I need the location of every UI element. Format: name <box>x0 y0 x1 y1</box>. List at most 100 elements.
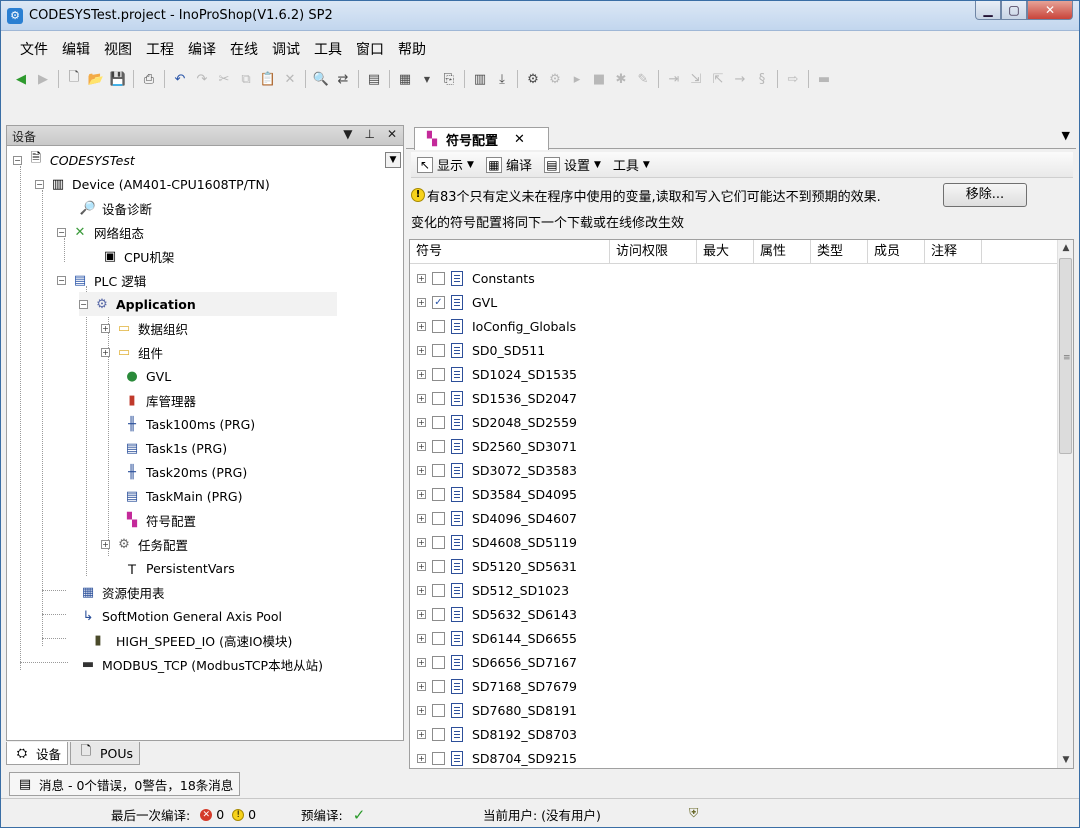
cut-icon[interactable]: ✂ <box>214 69 234 89</box>
column-header-members[interactable]: 成员 <box>868 240 925 264</box>
expand-icon[interactable]: + <box>417 753 426 763</box>
download-icon[interactable]: ⤓ <box>492 69 512 89</box>
expand-icon[interactable]: + <box>417 273 426 283</box>
expand-icon[interactable]: + <box>417 345 426 355</box>
tree-item-taskmain[interactable]: ▤ TaskMain (PRG) <box>123 484 243 508</box>
table-row[interactable]: + SD4608_SD5119 <box>410 530 577 554</box>
close-button[interactable]: ✕ <box>1027 1 1073 20</box>
tree-item-softmotion-axis-pool[interactable]: ↳ SoftMotion General Axis Pool <box>79 604 282 628</box>
tree-item-library-manager[interactable]: ▮ 库管理器 <box>123 388 196 412</box>
row-checkbox[interactable] <box>432 487 445 501</box>
expand-icon[interactable]: + <box>417 369 426 379</box>
table-row[interactable]: + SD4096_SD4607 <box>410 506 577 530</box>
menu-online[interactable]: 在线 <box>223 38 265 62</box>
expand-icon[interactable]: + <box>417 729 426 739</box>
row-checkbox[interactable] <box>432 343 445 357</box>
row-checkbox[interactable] <box>432 367 445 381</box>
column-header-attribute[interactable]: 属性 <box>754 240 811 264</box>
expand-icon[interactable]: + <box>417 441 426 451</box>
table-row[interactable]: + SD512_SD1023 <box>410 578 569 602</box>
table-row[interactable]: + ✓ GVL <box>410 290 497 314</box>
logout-icon[interactable]: ⚙ <box>545 69 565 89</box>
tree-dropdown-button[interactable]: ▼ <box>385 152 401 168</box>
row-checkbox[interactable] <box>432 319 445 333</box>
clipboard-icon[interactable]: ▤ <box>364 69 384 89</box>
table-row[interactable]: + SD2048_SD2559 <box>410 410 577 434</box>
expand-icon[interactable]: + <box>417 417 426 427</box>
open-folder-icon[interactable]: 📂 <box>86 69 106 89</box>
replace-icon[interactable]: ⇄ <box>333 69 353 89</box>
menu-debug[interactable]: 调试 <box>265 38 307 62</box>
row-checkbox[interactable] <box>432 559 445 573</box>
delete-icon[interactable]: ✕ <box>280 69 300 89</box>
sim-icon[interactable]: ▬ <box>814 69 834 89</box>
tree-item-device-diagnostics[interactable]: 🔎 设备诊断 <box>79 196 152 220</box>
row-checkbox[interactable] <box>432 751 445 765</box>
table-row[interactable]: + SD6144_SD6655 <box>410 626 577 650</box>
table-row[interactable]: + Constants <box>410 266 535 290</box>
scroll-thumb[interactable]: ≡ <box>1059 258 1072 454</box>
row-checkbox[interactable]: ✓ <box>432 295 445 309</box>
menu-tools[interactable]: 工具 <box>307 38 349 62</box>
next-statement-icon[interactable]: ⇨ <box>783 69 803 89</box>
minimize-button[interactable]: ▁ <box>975 1 1001 20</box>
column-header-access[interactable]: 访问权限 <box>610 240 697 264</box>
row-checkbox[interactable] <box>432 583 445 597</box>
step-out-icon[interactable]: ⇱ <box>708 69 728 89</box>
dropdown-caret-icon[interactable]: ▼ <box>417 69 437 89</box>
table-row[interactable]: + SD1536_SD2047 <box>410 386 577 410</box>
tree-item-project[interactable]: − 🗎 CODESYSTest <box>13 148 135 172</box>
back-icon[interactable]: ◀ <box>11 69 31 89</box>
menu-help[interactable]: 帮助 <box>391 38 433 62</box>
maximize-button[interactable]: ▢ <box>1001 1 1027 20</box>
expand-icon[interactable]: + <box>417 681 426 691</box>
scroll-down-icon[interactable]: ▼ <box>1058 752 1073 768</box>
expand-icon[interactable]: + <box>417 513 426 523</box>
tree-item-task1s[interactable]: ▤ Task1s (PRG) <box>123 436 227 460</box>
column-header-symbol[interactable]: 符号 <box>410 240 610 264</box>
build-icon[interactable]: ▥ <box>470 69 490 89</box>
tree-item-modbus-tcp[interactable]: ▬ MODBUS_TCP (ModbusTCP本地从站) <box>79 652 323 676</box>
table-row[interactable]: + SD5120_SD5631 <box>410 554 577 578</box>
table-row[interactable]: + SD8192_SD8703 <box>410 722 577 746</box>
forward-icon[interactable]: ▶ <box>33 69 53 89</box>
display-menu-button[interactable]: ↖ 显示 ▼ <box>417 155 474 174</box>
tree-item-symbol-config[interactable]: ▚ 符号配置 <box>123 508 196 532</box>
table-row[interactable]: + SD6656_SD7167 <box>410 650 577 674</box>
table-row[interactable]: + SD3584_SD4095 <box>410 482 577 506</box>
paste-icon[interactable]: 📋 <box>258 69 278 89</box>
table-row[interactable]: + SD1024_SD1535 <box>410 362 577 386</box>
tab-devices[interactable]: ⛭ 设备 <box>6 742 69 765</box>
login-icon[interactable]: ⚙ <box>523 69 543 89</box>
row-checkbox[interactable] <box>432 415 445 429</box>
tree-item-gvl[interactable]: ● GVL <box>123 364 171 388</box>
scroll-up-icon[interactable]: ▲ <box>1058 240 1073 256</box>
expand-icon[interactable]: + <box>417 609 426 619</box>
add-object-icon[interactable]: ▦ <box>395 69 415 89</box>
table-row[interactable]: + SD7680_SD8191 <box>410 698 577 722</box>
tree-item-components[interactable]: + ▭ 组件 <box>101 340 163 364</box>
row-checkbox[interactable] <box>432 511 445 525</box>
export-icon[interactable]: ⎘ <box>439 69 459 89</box>
save-icon[interactable]: 💾 <box>108 69 128 89</box>
column-header-comment[interactable]: 注释 <box>925 240 982 264</box>
tree-item-task-config[interactable]: + ⚙ 任务配置 <box>101 532 188 556</box>
table-row[interactable]: + SD5632_SD6143 <box>410 602 577 626</box>
expand-icon[interactable]: + <box>417 657 426 667</box>
redo-icon[interactable]: ↷ <box>192 69 212 89</box>
copy-icon[interactable]: ⧉ <box>236 69 256 89</box>
tab-symbol-config[interactable]: ▚ 符号配置 ✕ <box>414 127 549 150</box>
row-checkbox[interactable] <box>432 679 445 693</box>
expand-icon[interactable]: + <box>417 561 426 571</box>
tree-item-plc-logic[interactable]: − ▤ PLC 逻辑 <box>57 268 146 292</box>
row-checkbox[interactable] <box>432 271 445 285</box>
tree-item-task100ms[interactable]: ╫ Task100ms (PRG) <box>123 412 255 436</box>
menu-view[interactable]: 视图 <box>97 38 139 62</box>
expand-icon[interactable]: + <box>417 321 426 331</box>
reset-icon[interactable]: ✱ <box>611 69 631 89</box>
expand-icon[interactable]: + <box>417 297 426 307</box>
print-icon[interactable]: ⎙ <box>139 69 159 89</box>
tree-item-cpu-rack[interactable]: ▣ CPU机架 <box>101 244 175 268</box>
breakpoint-icon[interactable]: § <box>752 69 772 89</box>
tab-pous[interactable]: 🗋 POUs <box>70 742 141 765</box>
